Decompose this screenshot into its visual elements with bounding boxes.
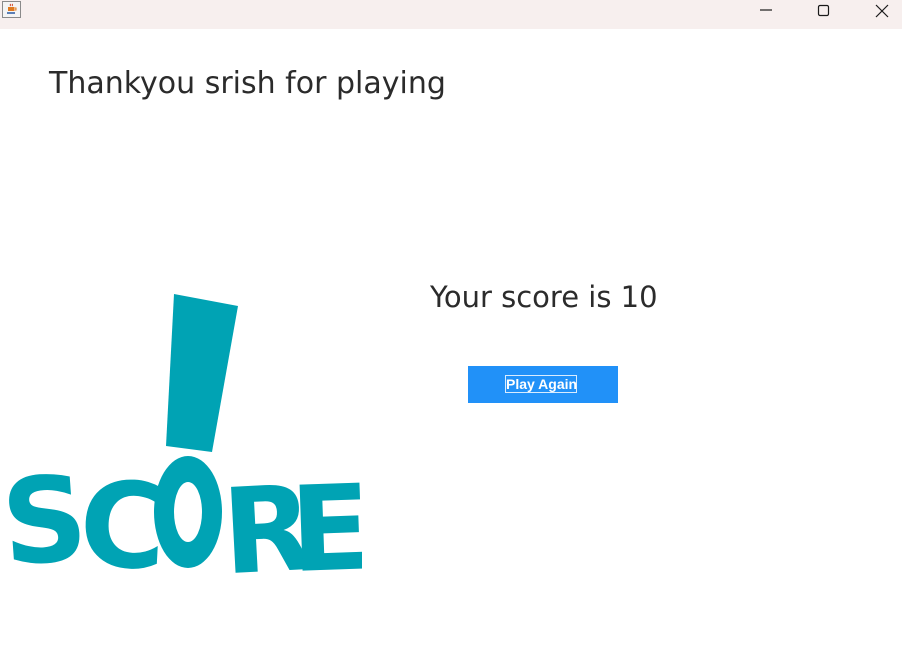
score-message: Your score is 10 <box>430 280 658 314</box>
play-again-label: Play Again <box>505 375 578 393</box>
play-again-button[interactable]: Play Again <box>468 366 618 403</box>
thank-you-message: Thankyou srish for playing <box>49 66 446 101</box>
minimize-button[interactable] <box>737 0 795 29</box>
app-window: Thankyou srish for playing Your score is… <box>0 0 902 660</box>
maximize-icon <box>817 4 830 17</box>
score-logo-image: S C R E <box>0 294 362 580</box>
java-app-icon[interactable] <box>2 1 21 18</box>
close-button[interactable] <box>853 0 902 29</box>
logo-letter-e: E <box>288 458 362 580</box>
close-icon <box>875 4 889 18</box>
title-bar[interactable] <box>0 0 902 29</box>
minimize-icon <box>760 9 772 11</box>
maximize-button[interactable] <box>795 0 853 29</box>
